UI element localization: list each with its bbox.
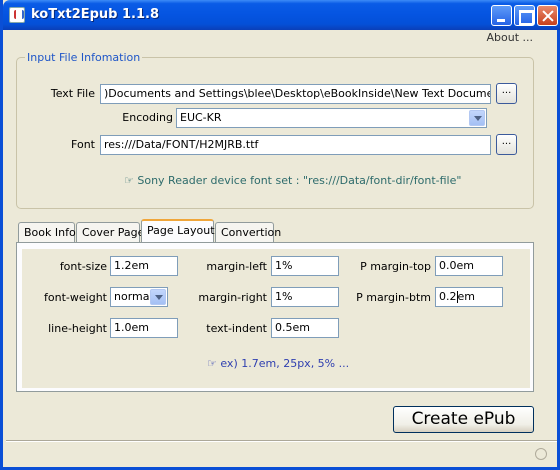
tab-page-layout[interactable]: Page Layout	[141, 219, 215, 243]
chevron-down-icon[interactable]	[469, 110, 485, 126]
tab-convertion[interactable]: Convertion	[215, 222, 281, 242]
font-browse-button[interactable]: ...	[496, 134, 517, 155]
font-field[interactable]: res:///Data/FONT/H2MJRB.ttf	[100, 135, 491, 155]
maximize-button[interactable]	[514, 5, 535, 26]
window-title: koTxt2Epub 1.1.8	[31, 7, 160, 22]
chevron-down-icon[interactable]	[150, 289, 166, 305]
encoding-label: Encoding	[122, 111, 173, 124]
status-separator	[6, 440, 557, 442]
line-height-label: line-height	[48, 322, 107, 335]
p-margin-btm-value-start: 0.2	[439, 290, 457, 303]
text-indent-input[interactable]: 0.5em	[271, 318, 339, 338]
font-label: Font	[71, 138, 95, 151]
font-weight-select[interactable]: normal	[110, 287, 168, 307]
about-menu[interactable]: About ...	[486, 31, 533, 44]
p-margin-top-label: P margin-top	[360, 260, 431, 273]
p-margin-btm-label: P margin-btm	[356, 291, 431, 304]
java-app-icon	[9, 7, 25, 23]
font-hint: ☞ Sony Reader device font set : "res:///…	[124, 174, 462, 187]
text-file-browse-button[interactable]: ...	[496, 83, 517, 104]
layout-hint: ☞ ex) 1.7em, 25px, 5% ...	[207, 357, 350, 370]
create-epub-button[interactable]: Create ePub	[393, 406, 534, 433]
margin-left-input[interactable]: 1%	[271, 256, 339, 276]
close-button[interactable]	[537, 5, 558, 26]
tab-cover-page[interactable]: Cover Page	[76, 222, 144, 242]
text-file-label: Text File	[50, 87, 95, 100]
margin-left-label: margin-left	[206, 260, 267, 273]
minimize-button[interactable]	[491, 5, 512, 26]
font-size-label: font-size	[59, 260, 107, 273]
encoding-select[interactable]: EUC-KR	[176, 108, 487, 128]
resize-grip-icon[interactable]	[535, 448, 547, 460]
margin-right-input[interactable]: 1%	[271, 287, 339, 307]
tab-book-info[interactable]: Book Info	[18, 222, 76, 242]
p-margin-btm-input[interactable]: 0.2em	[435, 287, 503, 307]
text-file-field[interactable]: )Documents and Settings\blee\Desktop\eBo…	[100, 84, 491, 104]
input-file-group-title: Input File Infomation	[25, 51, 143, 64]
app-window: koTxt2Epub 1.1.8 About ... Input File In…	[0, 0, 560, 470]
font-size-input[interactable]: 1.2em	[110, 256, 178, 276]
line-height-input[interactable]: 1.0em	[110, 318, 178, 338]
margin-right-label: margin-right	[198, 291, 267, 304]
font-weight-label: font-weight	[44, 291, 107, 304]
p-margin-top-input[interactable]: 0.0em	[435, 256, 503, 276]
text-indent-label: text-indent	[206, 322, 267, 335]
encoding-value: EUC-KR	[180, 111, 222, 124]
font-weight-value: normal	[114, 290, 153, 303]
p-margin-btm-value-end: em	[457, 290, 475, 303]
title-bar[interactable]: koTxt2Epub 1.1.8	[3, 0, 560, 30]
